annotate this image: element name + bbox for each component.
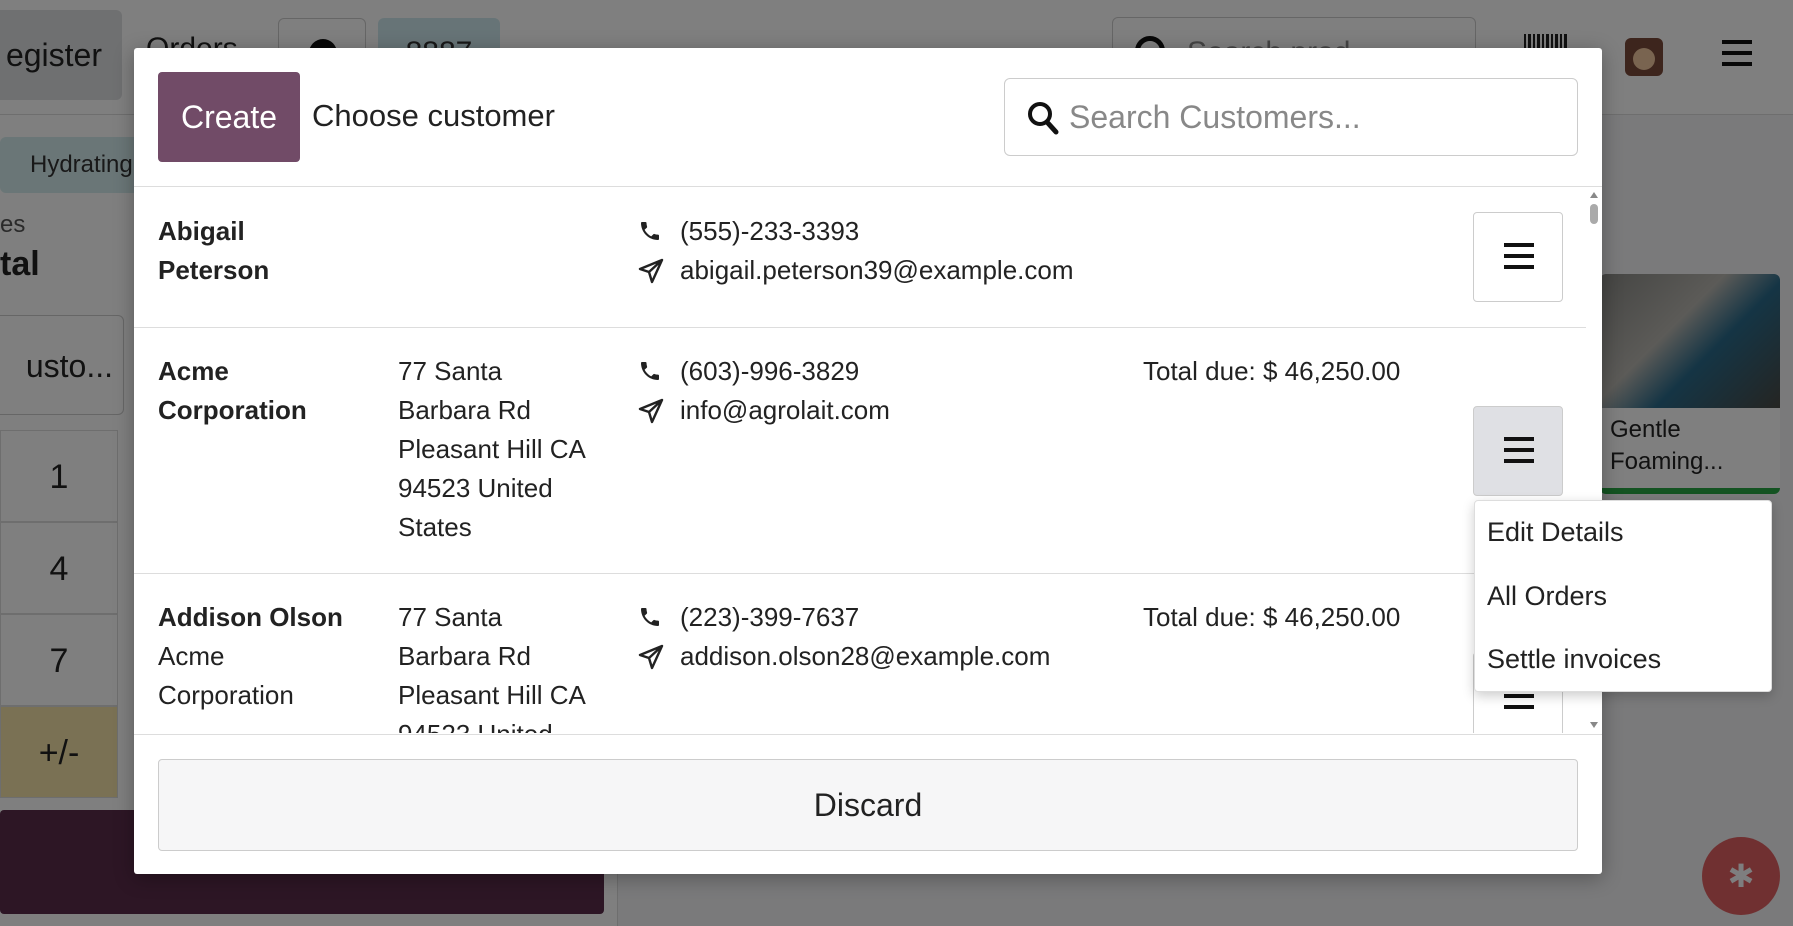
customer-row[interactable]: Addison Olson Acme Corporation 77 Santa …	[134, 574, 1586, 733]
customer-actions-button[interactable]	[1473, 406, 1563, 496]
phone-icon	[641, 362, 659, 380]
customer-address: 77 Santa Barbara Rd Pleasant Hill CA 945…	[398, 598, 608, 733]
search-icon	[1028, 102, 1059, 135]
dialog-footer: Discard	[134, 734, 1602, 874]
customer-company-line: Corporation	[158, 680, 294, 710]
address-line: Barbara Rd	[398, 641, 531, 671]
address-line: 77 Santa	[398, 602, 503, 632]
customer-address: 77 Santa Barbara Rd Pleasant Hill CA 945…	[398, 352, 608, 547]
customer-name: Addison Olson Acme Corporation	[158, 598, 378, 715]
customer-actions-button[interactable]	[1473, 212, 1563, 302]
customer-name: Acme Corporation	[158, 352, 378, 430]
customer-phone: (223)-399-7637	[680, 602, 860, 632]
customer-search-input[interactable]	[1069, 91, 1559, 143]
customer-name: Abigail Peterson	[158, 212, 378, 290]
discard-button[interactable]: Discard	[158, 759, 1578, 851]
address-line: Pleasant Hill CA	[398, 680, 586, 710]
scroll-down-icon[interactable]	[1590, 722, 1598, 728]
menu-item-settle-invoices[interactable]: Settle invoices	[1487, 644, 1661, 675]
customer-name-line: Corporation	[158, 395, 307, 425]
customer-phone: (603)-996-3829	[680, 356, 860, 386]
dialog-title: Choose customer	[312, 98, 555, 133]
customer-company-line: Acme	[158, 641, 225, 671]
customer-search-box[interactable]	[1004, 78, 1578, 156]
phone-icon	[641, 608, 659, 626]
customer-name-line: Peterson	[158, 255, 270, 285]
customer-phone: (555)-233-3393	[680, 216, 860, 246]
scroll-thumb[interactable]	[1590, 204, 1598, 224]
address-line: States	[398, 512, 472, 542]
menu-item-all-orders[interactable]: All Orders	[1487, 581, 1607, 612]
customer-name-line: Acme	[158, 356, 229, 386]
dialog-header: Create Choose customer	[134, 48, 1602, 187]
customer-name-line: Addison Olson	[158, 602, 343, 632]
customer-contact: (603)-996-3829 info@agrolait.com	[638, 352, 1088, 430]
email-icon	[638, 398, 664, 424]
customer-name-line: Abigail	[158, 216, 245, 246]
customer-email: info@agrolait.com	[680, 395, 890, 425]
customer-actions-dropdown: Edit Details All Orders Settle invoices	[1474, 500, 1772, 692]
scroll-up-icon[interactable]	[1590, 192, 1598, 198]
customer-row[interactable]: Acme Corporation 77 Santa Barbara Rd Ple…	[134, 328, 1586, 574]
email-icon	[638, 258, 664, 284]
email-icon	[638, 644, 664, 670]
menu-icon	[1504, 437, 1534, 463]
create-customer-button[interactable]: Create	[158, 72, 300, 162]
choose-customer-dialog: Create Choose customer Abigail Peterson …	[134, 48, 1602, 874]
customer-contact: (223)-399-7637 addison.olson28@example.c…	[638, 598, 1088, 676]
menu-icon	[1504, 243, 1534, 269]
customer-email: addison.olson28@example.com	[680, 641, 1051, 671]
address-line: 77 Santa	[398, 356, 503, 386]
address-line: Pleasant Hill CA	[398, 434, 586, 464]
customer-email: abigail.peterson39@example.com	[680, 255, 1074, 285]
customer-row[interactable]: Abigail Peterson (555)-233-3393 abigail.…	[134, 188, 1586, 328]
customer-total-due: Total due: $ 46,250.00	[1143, 602, 1401, 632]
address-line: 94523 United	[398, 715, 608, 733]
menu-item-edit-details[interactable]: Edit Details	[1487, 517, 1624, 548]
customer-total-due: Total due: $ 46,250.00	[1143, 356, 1401, 386]
customer-contact: (555)-233-3393 abigail.peterson39@exampl…	[638, 212, 1088, 290]
phone-icon	[641, 222, 659, 240]
address-line: Barbara Rd	[398, 395, 531, 425]
customer-list: Abigail Peterson (555)-233-3393 abigail.…	[134, 188, 1602, 733]
address-line: 94523 United	[398, 473, 553, 503]
